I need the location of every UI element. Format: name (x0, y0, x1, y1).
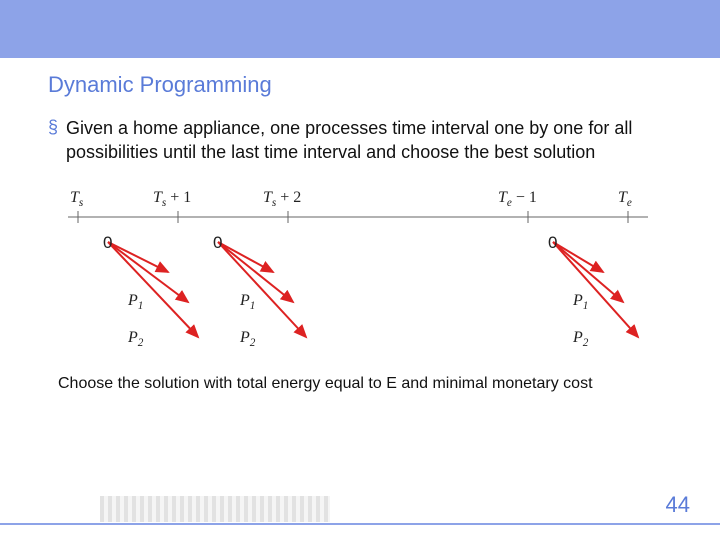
p1-a: P1 (128, 292, 143, 312)
p2-b: P2 (240, 329, 255, 349)
tick-ts2: Ts + 2 (263, 189, 301, 209)
tick-te: Te (618, 189, 632, 209)
zero-a: 0 (103, 233, 112, 253)
conclusion-text: Choose the solution with total energy eq… (0, 367, 720, 393)
footer-rule (0, 523, 720, 525)
p2-a: P2 (128, 329, 143, 349)
content-area: § Given a home appliance, one processes … (0, 98, 720, 367)
bullet-item: § Given a home appliance, one processes … (48, 116, 680, 165)
zero-c: 0 (548, 233, 557, 253)
body-text: Given a home appliance, one processes ti… (66, 116, 680, 165)
p1-b: P1 (240, 292, 255, 312)
header-band (0, 0, 720, 58)
tick-ts: Ts (70, 189, 83, 209)
bullet-marker: § (48, 116, 58, 139)
page-number: 44 (666, 492, 690, 518)
tick-ts1: Ts + 1 (153, 189, 191, 209)
zero-b: 0 (213, 233, 222, 253)
tick-te1: Te − 1 (498, 189, 537, 209)
dp-diagram: Ts Ts + 1 Ts + 2 Te − 1 Te 0 0 0 P1 P2 P… (48, 187, 668, 367)
p2-c: P2 (573, 329, 588, 349)
p1-c: P1 (573, 292, 588, 312)
footer-graphic (100, 496, 330, 522)
footer: 44 (0, 480, 720, 540)
slide-title: Dynamic Programming (0, 58, 720, 98)
